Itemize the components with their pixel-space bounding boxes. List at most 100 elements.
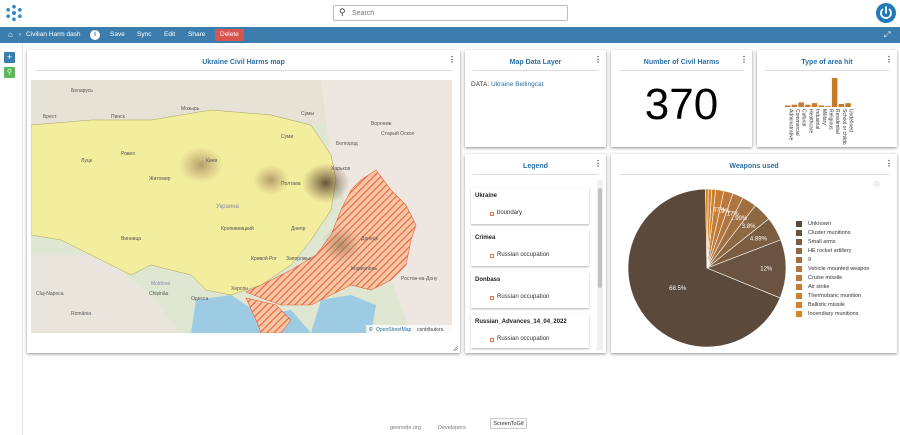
count-panel: Number of Civil Harms ⋮ 370: [611, 50, 752, 147]
search-input[interactable]: [352, 7, 562, 19]
resize-handle-icon[interactable]: [453, 346, 458, 351]
map-canvas[interactable]: Беларусь Брест Пинск Мозырь Сумы Воронеж…: [31, 80, 452, 333]
more-options-icon[interactable]: ⋮: [448, 55, 456, 64]
map-label: Украина: [216, 204, 240, 210]
count-panel-title: Number of Civil Harms: [643, 59, 720, 66]
map-label: Кривой Рог: [251, 255, 277, 262]
map-label: Воронеж: [371, 121, 392, 127]
divider: [765, 70, 889, 71]
area-bar[interactable]: [805, 104, 811, 107]
pin-button[interactable]: ⚲: [4, 67, 15, 78]
more-options-icon[interactable]: ⋮: [740, 55, 748, 64]
divider: [619, 174, 889, 175]
legend-label: HE rocket artillery: [808, 248, 852, 254]
more-options-icon[interactable]: ⋮: [594, 55, 602, 64]
attribution-suffix: contributors.: [417, 327, 445, 333]
dashboard-title: Civilian Harm dash: [26, 31, 81, 38]
legend-panel-title: Legend: [523, 163, 548, 170]
top-bar: ⚲: [0, 0, 900, 27]
legend-layer-name: Crimea: [475, 235, 496, 241]
area-bar[interactable]: [825, 106, 831, 107]
area-bar[interactable]: [785, 105, 791, 107]
area-tick-label: Religious: [827, 109, 833, 130]
more-options-icon[interactable]: ⋮: [885, 159, 893, 168]
weapons-pie-chart[interactable]: 68.5%12%4.89%3.8%2.99%2.17%1.9%1.67%: [611, 176, 791, 351]
home-icon[interactable]: ⌂: [8, 27, 13, 43]
breadcrumb-separator-icon: ›: [19, 31, 22, 38]
area-tick-label: Residential: [834, 109, 840, 134]
legend-panel: Legend ⋮ Ukraine boundary Crimea Russian…: [465, 154, 606, 353]
map-label: Винница: [121, 236, 141, 242]
delete-button[interactable]: Delete: [215, 29, 244, 41]
legend-swatch: [490, 212, 494, 216]
legend-label: Incendiary munitions: [808, 311, 859, 317]
camera-icon[interactable]: ☉: [873, 180, 880, 189]
area-bar[interactable]: [838, 103, 845, 107]
pin-icon: ⚲: [6, 69, 13, 76]
legend-label: Cluster munitions: [808, 230, 851, 236]
add-widget-button[interactable]: +: [4, 52, 15, 63]
more-options-icon[interactable]: ⋮: [594, 159, 602, 168]
legend-swatch: [796, 248, 802, 254]
left-toolbar: + ⚲: [0, 43, 23, 435]
map-label: Мозырь: [181, 106, 200, 112]
screentogif-badge: ScreenToGif: [490, 418, 527, 429]
map-label: Белгород: [336, 141, 358, 147]
heatmap-cluster: [179, 147, 223, 183]
area-bar[interactable]: [831, 78, 838, 107]
divider: [473, 70, 598, 71]
area-type-panel: Type of area hit ⋮ Administrative Commerc…: [757, 50, 897, 147]
legend-swatch: [490, 296, 494, 300]
map-label: Полтава: [281, 181, 301, 187]
legend-swatch: [490, 338, 494, 342]
info-icon[interactable]: i: [90, 30, 100, 40]
data-source-link[interactable]: Ukraine Bellingcat: [491, 81, 543, 88]
weapons-panel-title: Weapons used: [729, 163, 779, 170]
legend-label: Vehicle mounted weapon: [808, 266, 870, 272]
legend-scrollbar[interactable]: [597, 180, 603, 350]
footer-link-developers[interactable]: Developers: [438, 425, 466, 431]
legend-layer-name: Donbass: [475, 277, 501, 283]
divider: [35, 70, 452, 71]
area-tick-label: Cultural: [801, 109, 807, 126]
area-bar[interactable]: [791, 104, 798, 107]
pie-value-label: 4.89%: [750, 237, 768, 243]
more-options-icon[interactable]: ⋮: [885, 55, 893, 64]
legend-label: 9: [808, 257, 812, 263]
map-label: Сумы: [301, 111, 314, 117]
footer-link-geonode[interactable]: geonode.org: [390, 425, 421, 431]
data-prefix: DATA:: [471, 81, 490, 88]
map-label: Chișinău: [149, 291, 169, 297]
area-tick-label: Commercial: [794, 109, 800, 136]
edit-button[interactable]: Edit: [164, 27, 175, 43]
area-type-chart[interactable]: Administrative Commercial Cultural Healthca…: [757, 72, 897, 145]
weapons-panel: Weapons used ⋮ ☉ 68.5% 12% 4.89% 3.8% 2.99% 2…: [611, 154, 897, 353]
legend-layer-name: Russian_Advances_14_04_2022: [475, 319, 567, 325]
search-icon[interactable]: ⚲: [339, 7, 346, 18]
area-bar[interactable]: [798, 102, 804, 107]
heatmap-cluster: [321, 227, 361, 263]
plus-icon: +: [6, 52, 13, 62]
save-button[interactable]: Save: [110, 27, 125, 43]
heatmap-cluster: [253, 165, 289, 195]
legend-swatch: [796, 239, 802, 245]
geonode-logo-icon[interactable]: [5, 4, 23, 22]
area-bar[interactable]: [845, 103, 851, 107]
fullscreen-icon[interactable]: ⤢: [884, 27, 890, 43]
map-label: Мариуполь: [351, 266, 377, 272]
area-tick-label: Military: [821, 109, 827, 125]
area-tick-label: Industrial: [814, 109, 820, 129]
scrollbar-thumb[interactable]: [598, 188, 602, 288]
map-label: Луцк: [81, 158, 93, 164]
legend-layer: Ukraine boundary: [471, 188, 589, 224]
area-bar[interactable]: [811, 103, 818, 107]
divider: [473, 174, 598, 175]
share-button[interactable]: Share: [188, 27, 205, 43]
sync-button[interactable]: Sync: [137, 27, 151, 43]
legend-layer-name: Ukraine: [475, 193, 498, 199]
area-tick-label: Healthcare: [807, 109, 813, 133]
area-bar[interactable]: [818, 105, 825, 107]
map-label: Старый Оскол: [381, 130, 414, 137]
user-menu-button[interactable]: [876, 3, 896, 23]
attribution-link[interactable]: OpenStreetMap: [376, 327, 412, 333]
